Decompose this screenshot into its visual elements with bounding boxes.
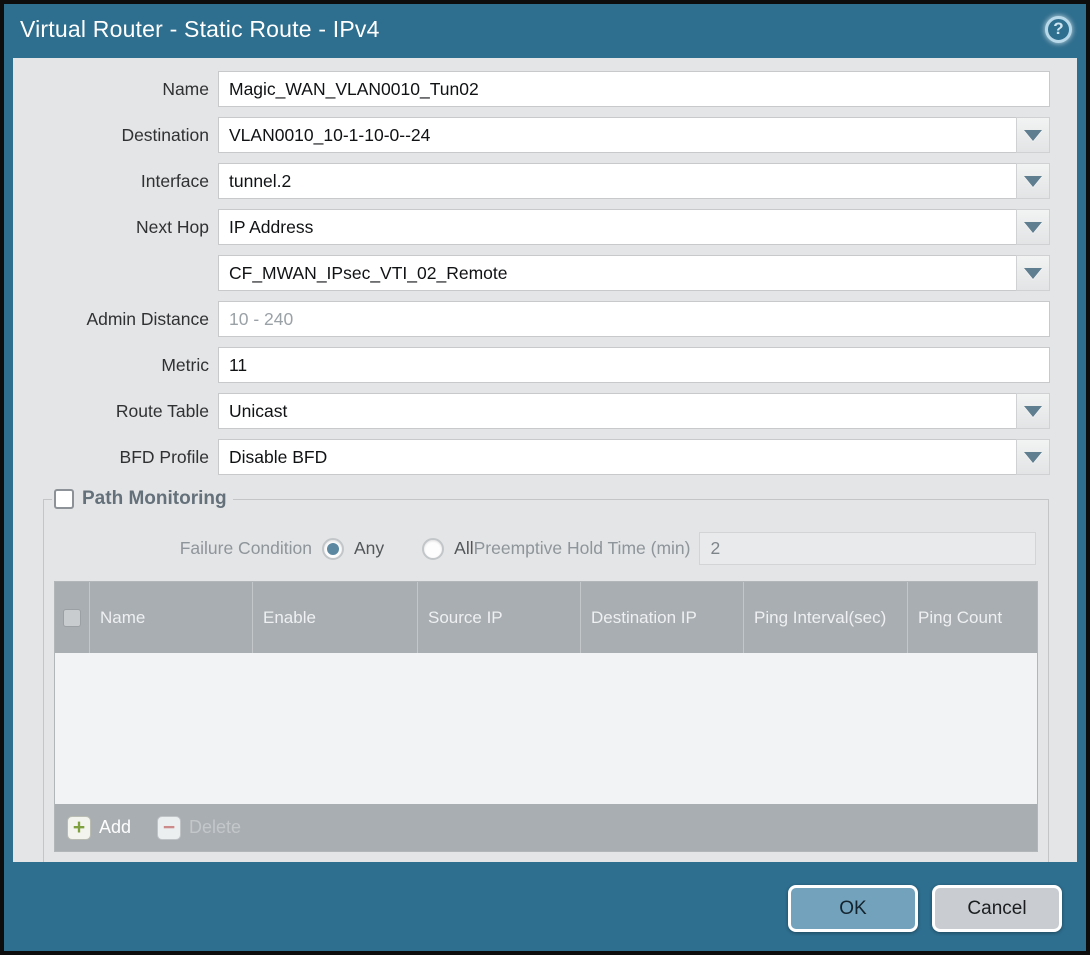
delete-button[interactable]: − Delete (157, 816, 241, 840)
delete-button-label: Delete (189, 817, 241, 838)
admin-distance-input[interactable] (218, 301, 1050, 337)
chevron-down-icon (1024, 452, 1042, 463)
route-table-label: Route Table (13, 401, 218, 422)
failure-condition-all-option[interactable]: All (422, 538, 473, 560)
table-header-enable[interactable]: Enable (252, 582, 417, 653)
interface-input[interactable] (218, 163, 1016, 199)
chevron-down-icon (1024, 130, 1042, 141)
cancel-button[interactable]: Cancel (932, 885, 1062, 932)
next-hop-label: Next Hop (13, 217, 218, 238)
path-monitoring-title: Path Monitoring (82, 488, 227, 510)
table-header-name[interactable]: Name (89, 582, 252, 653)
form-row-next-hop: Next Hop (13, 209, 1077, 245)
add-button[interactable]: + Add (67, 816, 131, 840)
metric-label: Metric (13, 355, 218, 376)
path-monitoring-legend: Path Monitoring (52, 488, 233, 510)
route-table-dropdown-button[interactable] (1016, 393, 1050, 429)
form-row-bfd-profile: BFD Profile (13, 439, 1077, 475)
form-row-route-table: Route Table (13, 393, 1077, 429)
dialog-body: Name Destination Interface (13, 58, 1077, 862)
interface-dropdown-button[interactable] (1016, 163, 1050, 199)
table-header-ping-count[interactable]: Ping Count (907, 582, 1037, 653)
preemptive-hold-time-label: Preemptive Hold Time (min) (474, 538, 700, 559)
table-header-destination-ip[interactable]: Destination IP (580, 582, 743, 653)
radio-unselected-icon (422, 538, 444, 560)
path-monitoring-checkbox[interactable] (54, 489, 74, 509)
destination-input[interactable] (218, 117, 1016, 153)
form-row-metric: Metric (13, 347, 1077, 383)
path-monitoring-section: Path Monitoring Failure Condition Any Al… (43, 488, 1049, 862)
failure-condition-radio-group: Any All (322, 538, 474, 560)
destination-label: Destination (13, 125, 218, 146)
add-button-label: Add (99, 817, 131, 838)
failure-condition-any-option[interactable]: Any (322, 538, 384, 560)
table-header-checkbox-cell (55, 582, 89, 653)
name-label: Name (13, 79, 218, 100)
table-body-empty (55, 653, 1037, 804)
bfd-profile-label: BFD Profile (13, 447, 218, 468)
failure-condition-all-label: All (454, 538, 473, 559)
table-toolbar: + Add − Delete (55, 804, 1037, 851)
failure-condition-any-label: Any (354, 538, 384, 559)
bfd-profile-input[interactable] (218, 439, 1016, 475)
delete-icon: − (157, 816, 181, 840)
chevron-down-icon (1024, 176, 1042, 187)
form-row-next-hop-address (13, 255, 1077, 291)
path-monitoring-table: Name Enable Source IP Destination IP Pin… (54, 581, 1038, 852)
form-row-admin-distance: Admin Distance (13, 301, 1077, 337)
form-row-name: Name (13, 71, 1077, 107)
next-hop-address-dropdown-button[interactable] (1016, 255, 1050, 291)
ok-button[interactable]: OK (788, 885, 918, 932)
help-icon[interactable]: ? (1045, 16, 1072, 43)
bfd-profile-dropdown-button[interactable] (1016, 439, 1050, 475)
static-route-dialog: Virtual Router - Static Route - IPv4 ? N… (0, 0, 1090, 955)
preemptive-hold-time-input[interactable] (699, 532, 1036, 565)
select-all-checkbox[interactable] (63, 609, 81, 627)
table-header-source-ip[interactable]: Source IP (417, 582, 580, 653)
interface-label: Interface (13, 171, 218, 192)
path-monitoring-controls: Failure Condition Any All Preemptive Hol… (52, 532, 1040, 565)
radio-selected-icon (322, 538, 344, 560)
metric-input[interactable] (218, 347, 1050, 383)
destination-dropdown-button[interactable] (1016, 117, 1050, 153)
form-row-destination: Destination (13, 117, 1077, 153)
dialog-footer: OK Cancel (4, 866, 1086, 951)
next-hop-dropdown-button[interactable] (1016, 209, 1050, 245)
next-hop-address-input[interactable] (218, 255, 1016, 291)
admin-distance-label: Admin Distance (13, 309, 218, 330)
failure-condition-label: Failure Condition (52, 538, 322, 559)
chevron-down-icon (1024, 222, 1042, 233)
route-table-input[interactable] (218, 393, 1016, 429)
table-header-ping-interval[interactable]: Ping Interval(sec) (743, 582, 907, 653)
chevron-down-icon (1024, 268, 1042, 279)
dialog-titlebar: Virtual Router - Static Route - IPv4 ? (4, 4, 1086, 54)
form-row-interface: Interface (13, 163, 1077, 199)
dialog-title: Virtual Router - Static Route - IPv4 (20, 16, 1045, 43)
table-header-row: Name Enable Source IP Destination IP Pin… (55, 582, 1037, 653)
name-input[interactable] (218, 71, 1050, 107)
chevron-down-icon (1024, 406, 1042, 417)
add-icon: + (67, 816, 91, 840)
next-hop-type-input[interactable] (218, 209, 1016, 245)
